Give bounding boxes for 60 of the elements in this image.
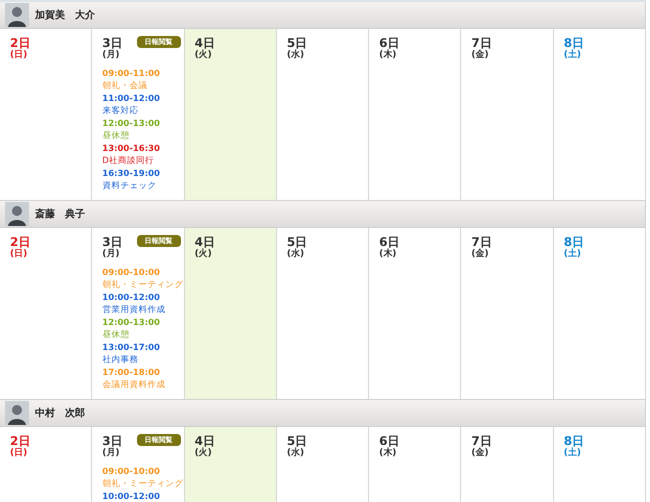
day-date: 8日	[564, 235, 584, 249]
day-date: 2日	[10, 36, 30, 50]
event-time[interactable]: 13:00-16:30	[102, 143, 181, 155]
event-time[interactable]: 11:00-12:00	[102, 93, 181, 105]
weekday-label: (木)	[379, 50, 398, 61]
weekday-label: (火)	[194, 249, 213, 260]
day-date: 7日	[471, 235, 492, 249]
weekday-label: (日)	[10, 50, 28, 61]
event-time[interactable]: 13:00-17:00	[102, 342, 181, 354]
weekday-label: (土)	[564, 249, 582, 260]
day-date: 5日	[286, 434, 308, 448]
day-date: 6日	[379, 235, 400, 249]
day-date: 7日	[471, 36, 492, 50]
weekday-label: (金)	[471, 249, 490, 260]
event-time[interactable]: 12:00-13:00	[102, 317, 181, 329]
person-name: 中村 次郎	[35, 406, 85, 420]
event-time[interactable]: 16:30-19:00	[102, 168, 181, 180]
event-title[interactable]: 営業用資料作成	[102, 304, 181, 316]
weekday-label: (月)	[102, 249, 121, 260]
event-time[interactable]: 10:00-12:00	[102, 292, 181, 304]
weekday-label: (木)	[379, 249, 398, 260]
day-date: 6日	[379, 36, 400, 50]
weekday-label: (土)	[564, 50, 582, 61]
day-date: 7日	[471, 434, 492, 448]
weekday-label: (土)	[564, 448, 582, 459]
event-title[interactable]: 来客対応	[102, 105, 181, 117]
weekday-label: (水)	[286, 448, 306, 459]
day-date: 3日	[102, 434, 123, 448]
person-name: 加賀美 大介	[35, 8, 95, 22]
day-date: 8日	[564, 36, 584, 50]
event-time[interactable]: 10:00-12:00	[102, 491, 181, 502]
event-time[interactable]: 12:00-13:00	[102, 118, 181, 130]
day-date: 6日	[379, 434, 400, 448]
day-date: 3日	[102, 36, 123, 50]
day-date: 5日	[286, 235, 308, 249]
event-title[interactable]: 資料チェック	[102, 180, 181, 192]
weekday-label: (火)	[194, 448, 213, 459]
weekday-label: (火)	[194, 50, 213, 61]
event-title[interactable]: D社商談同行	[102, 155, 181, 167]
weekday-label: (木)	[379, 448, 398, 459]
weekday-label: (日)	[10, 249, 28, 260]
weekday-label: (月)	[102, 50, 121, 61]
person-name: 斎藤 典子	[35, 208, 85, 221]
day-date: 4日	[194, 235, 215, 249]
day-date: 2日	[10, 235, 30, 249]
weekday-label: (金)	[471, 448, 490, 459]
day-date: 4日	[194, 36, 215, 50]
day-date: 4日	[194, 434, 215, 448]
weekday-label: (日)	[10, 448, 28, 459]
event-title[interactable]: 昼休憩	[102, 329, 181, 341]
day-date: 8日	[564, 434, 584, 448]
weekday-label: (金)	[471, 50, 490, 61]
event-title[interactable]: 社内事務	[102, 354, 181, 366]
weekday-label: (水)	[286, 249, 306, 260]
day-date: 2日	[10, 434, 30, 448]
event-title[interactable]: 昼休憩	[102, 130, 181, 142]
weekday-label: (水)	[286, 50, 306, 61]
day-date: 3日	[102, 235, 123, 249]
day-date: 5日	[286, 36, 308, 50]
weekday-label: (月)	[102, 448, 121, 459]
